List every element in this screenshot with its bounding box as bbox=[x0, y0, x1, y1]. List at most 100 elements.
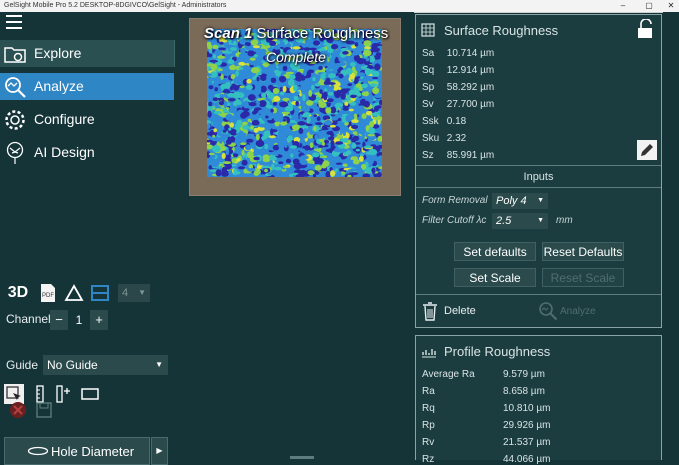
form-removal-value: Poly 4 bbox=[496, 195, 527, 207]
grid-table-icon bbox=[421, 23, 435, 37]
nav-configure-label: Configure bbox=[34, 111, 95, 127]
hole-diameter-dropdown[interactable]: ▶ bbox=[151, 437, 168, 465]
scan-label: Scan 1 bbox=[204, 25, 253, 42]
profile-row: Ra 8.658 µm bbox=[422, 386, 545, 397]
profile-row: Rp 29.926 µm bbox=[422, 420, 551, 431]
nav-explore[interactable]: Explore bbox=[0, 40, 175, 67]
param-row: Sq 12.914 µm bbox=[422, 65, 495, 76]
3d-view-button[interactable]: 3D bbox=[6, 282, 30, 304]
guide-select[interactable]: No Guide ▼ bbox=[43, 355, 168, 375]
set-scale-button[interactable]: Set Scale bbox=[454, 268, 536, 287]
form-removal-label: Form Removal bbox=[422, 195, 488, 206]
param-row: Sp 58.292 µm bbox=[422, 82, 495, 93]
nav-configure[interactable]: Configure bbox=[0, 106, 174, 133]
channel-decrement-button[interactable]: − bbox=[50, 310, 68, 330]
filter-cutoff-value: 2.5 bbox=[496, 215, 512, 227]
split-view-button[interactable] bbox=[88, 282, 112, 304]
nav-ai-design-label: AI Design bbox=[34, 144, 95, 160]
nav-analyze[interactable]: Analyze bbox=[0, 73, 174, 100]
guide-label: Guide bbox=[6, 358, 39, 372]
analyze-label: Analyze bbox=[560, 306, 596, 317]
cancel-button[interactable] bbox=[8, 400, 28, 420]
edit-pencil-icon[interactable] bbox=[637, 140, 657, 160]
view-count-value: 4 bbox=[122, 287, 129, 299]
chevron-down-icon: ▼ bbox=[138, 288, 146, 297]
profile-roughness-panel: Profile Roughness Average Ra 9.579 µm Ra 8… bbox=[415, 335, 662, 465]
folder-camera-icon bbox=[4, 47, 26, 63]
view-count-select[interactable]: 4 ▼ bbox=[118, 284, 150, 302]
param-row: Sv 27.700 µm bbox=[422, 99, 495, 110]
chevron-down-icon: ▼ bbox=[537, 217, 544, 224]
chevron-right-icon: ▶ bbox=[156, 446, 163, 455]
analyze-button[interactable]: Analyze bbox=[538, 301, 596, 321]
window-title: GelSight Mobile Pro 5.2 DESKTOP-8DGIVCO\… bbox=[4, 2, 227, 9]
reset-scale-button[interactable]: Reset Scale bbox=[542, 268, 624, 287]
save-icon bbox=[36, 402, 52, 418]
param-row: Sa 10.714 µm bbox=[422, 48, 495, 59]
guide-select-value: No Guide bbox=[47, 358, 98, 372]
triangle-tool-button[interactable] bbox=[62, 282, 86, 304]
gear-icon bbox=[5, 110, 25, 130]
reset-defaults-button[interactable]: Reset Defaults bbox=[542, 242, 624, 261]
hole-diameter-button[interactable]: Hole Diameter bbox=[4, 437, 150, 465]
param-row: Sku 2.32 bbox=[422, 133, 467, 144]
scan-image-frame[interactable]: Scan 1 Surface Roughness Complete bbox=[189, 18, 401, 196]
channel-value[interactable]: 1 bbox=[68, 310, 90, 330]
nav-explore-label: Explore bbox=[34, 45, 82, 61]
scan-viewer: Scan 1 Surface Roughness Complete bbox=[186, 12, 414, 460]
surface-roughness-panel: Surface Roughness Sa 10.714 µm Sq 12.914… bbox=[415, 14, 662, 328]
unlock-icon[interactable] bbox=[637, 19, 655, 39]
divider bbox=[416, 165, 661, 166]
analysis-status: Complete bbox=[266, 49, 326, 65]
pdf-export-button[interactable]: PDF bbox=[36, 282, 60, 304]
divider bbox=[416, 187, 661, 188]
maximize-button[interactable]: ▢ bbox=[638, 0, 660, 12]
cancel-icon bbox=[10, 402, 26, 418]
hamburger-menu-icon[interactable] bbox=[6, 15, 22, 29]
set-defaults-button[interactable]: Set defaults bbox=[454, 242, 536, 261]
profile-row: Rq 10.810 µm bbox=[422, 403, 551, 414]
right-scroll-area bbox=[663, 12, 679, 460]
filter-cutoff-unit: mm bbox=[556, 215, 573, 226]
minimize-button[interactable]: – bbox=[612, 0, 634, 12]
delete-button[interactable]: Delete bbox=[422, 301, 476, 321]
delete-label: Delete bbox=[444, 305, 476, 317]
channel-label: Channel bbox=[6, 312, 51, 326]
profile-chart-icon bbox=[422, 349, 436, 358]
inputs-title: Inputs bbox=[523, 171, 554, 183]
channel-stepper: − 1 + bbox=[50, 310, 108, 330]
hole-diameter-label: Hole Diameter bbox=[51, 444, 135, 459]
filter-cutoff-select[interactable]: 2.5 ▼ bbox=[492, 213, 548, 229]
ellipse-icon bbox=[27, 446, 49, 456]
rectangle-tool-button[interactable] bbox=[80, 384, 100, 404]
overlay-title: Scan 1 Surface Roughness bbox=[204, 25, 388, 42]
profile-row: Average Ra 9.579 µm bbox=[422, 369, 545, 380]
analysis-title: Surface Roughness bbox=[256, 25, 389, 42]
param-row: Sz 85.991 µm bbox=[422, 150, 495, 161]
form-removal-select[interactable]: Poly 4 ▼ bbox=[492, 193, 548, 209]
svg-text:PDF: PDF bbox=[42, 293, 54, 299]
profile-panel-title: Profile Roughness bbox=[444, 344, 551, 359]
surface-panel-title: Surface Roughness bbox=[444, 23, 559, 38]
add-ruler-button[interactable] bbox=[54, 384, 74, 404]
chevron-down-icon: ▼ bbox=[155, 360, 163, 369]
channel-increment-button[interactable]: + bbox=[90, 310, 108, 330]
save-button[interactable] bbox=[34, 400, 54, 420]
magnifier-analyze-icon bbox=[539, 302, 558, 321]
split-view-icon bbox=[91, 285, 109, 301]
profile-row: Rv 21.537 µm bbox=[422, 437, 551, 448]
triangle-icon bbox=[64, 284, 84, 301]
rectangle-icon bbox=[81, 388, 99, 400]
resize-handle[interactable] bbox=[290, 456, 314, 459]
nav-ai-design[interactable]: AI Design bbox=[0, 139, 174, 166]
nav-analyze-label: Analyze bbox=[34, 78, 84, 94]
divider bbox=[416, 294, 661, 295]
chevron-down-icon: ▼ bbox=[537, 197, 544, 204]
close-window-button[interactable]: ✕ bbox=[660, 0, 679, 12]
magnifier-analyze-icon bbox=[5, 77, 26, 98]
add-ruler-icon bbox=[56, 385, 70, 403]
param-row: Ssk 0.18 bbox=[422, 116, 467, 127]
trash-icon bbox=[423, 302, 437, 321]
neural-tree-icon bbox=[6, 141, 24, 164]
pdf-icon: PDF bbox=[41, 284, 55, 302]
